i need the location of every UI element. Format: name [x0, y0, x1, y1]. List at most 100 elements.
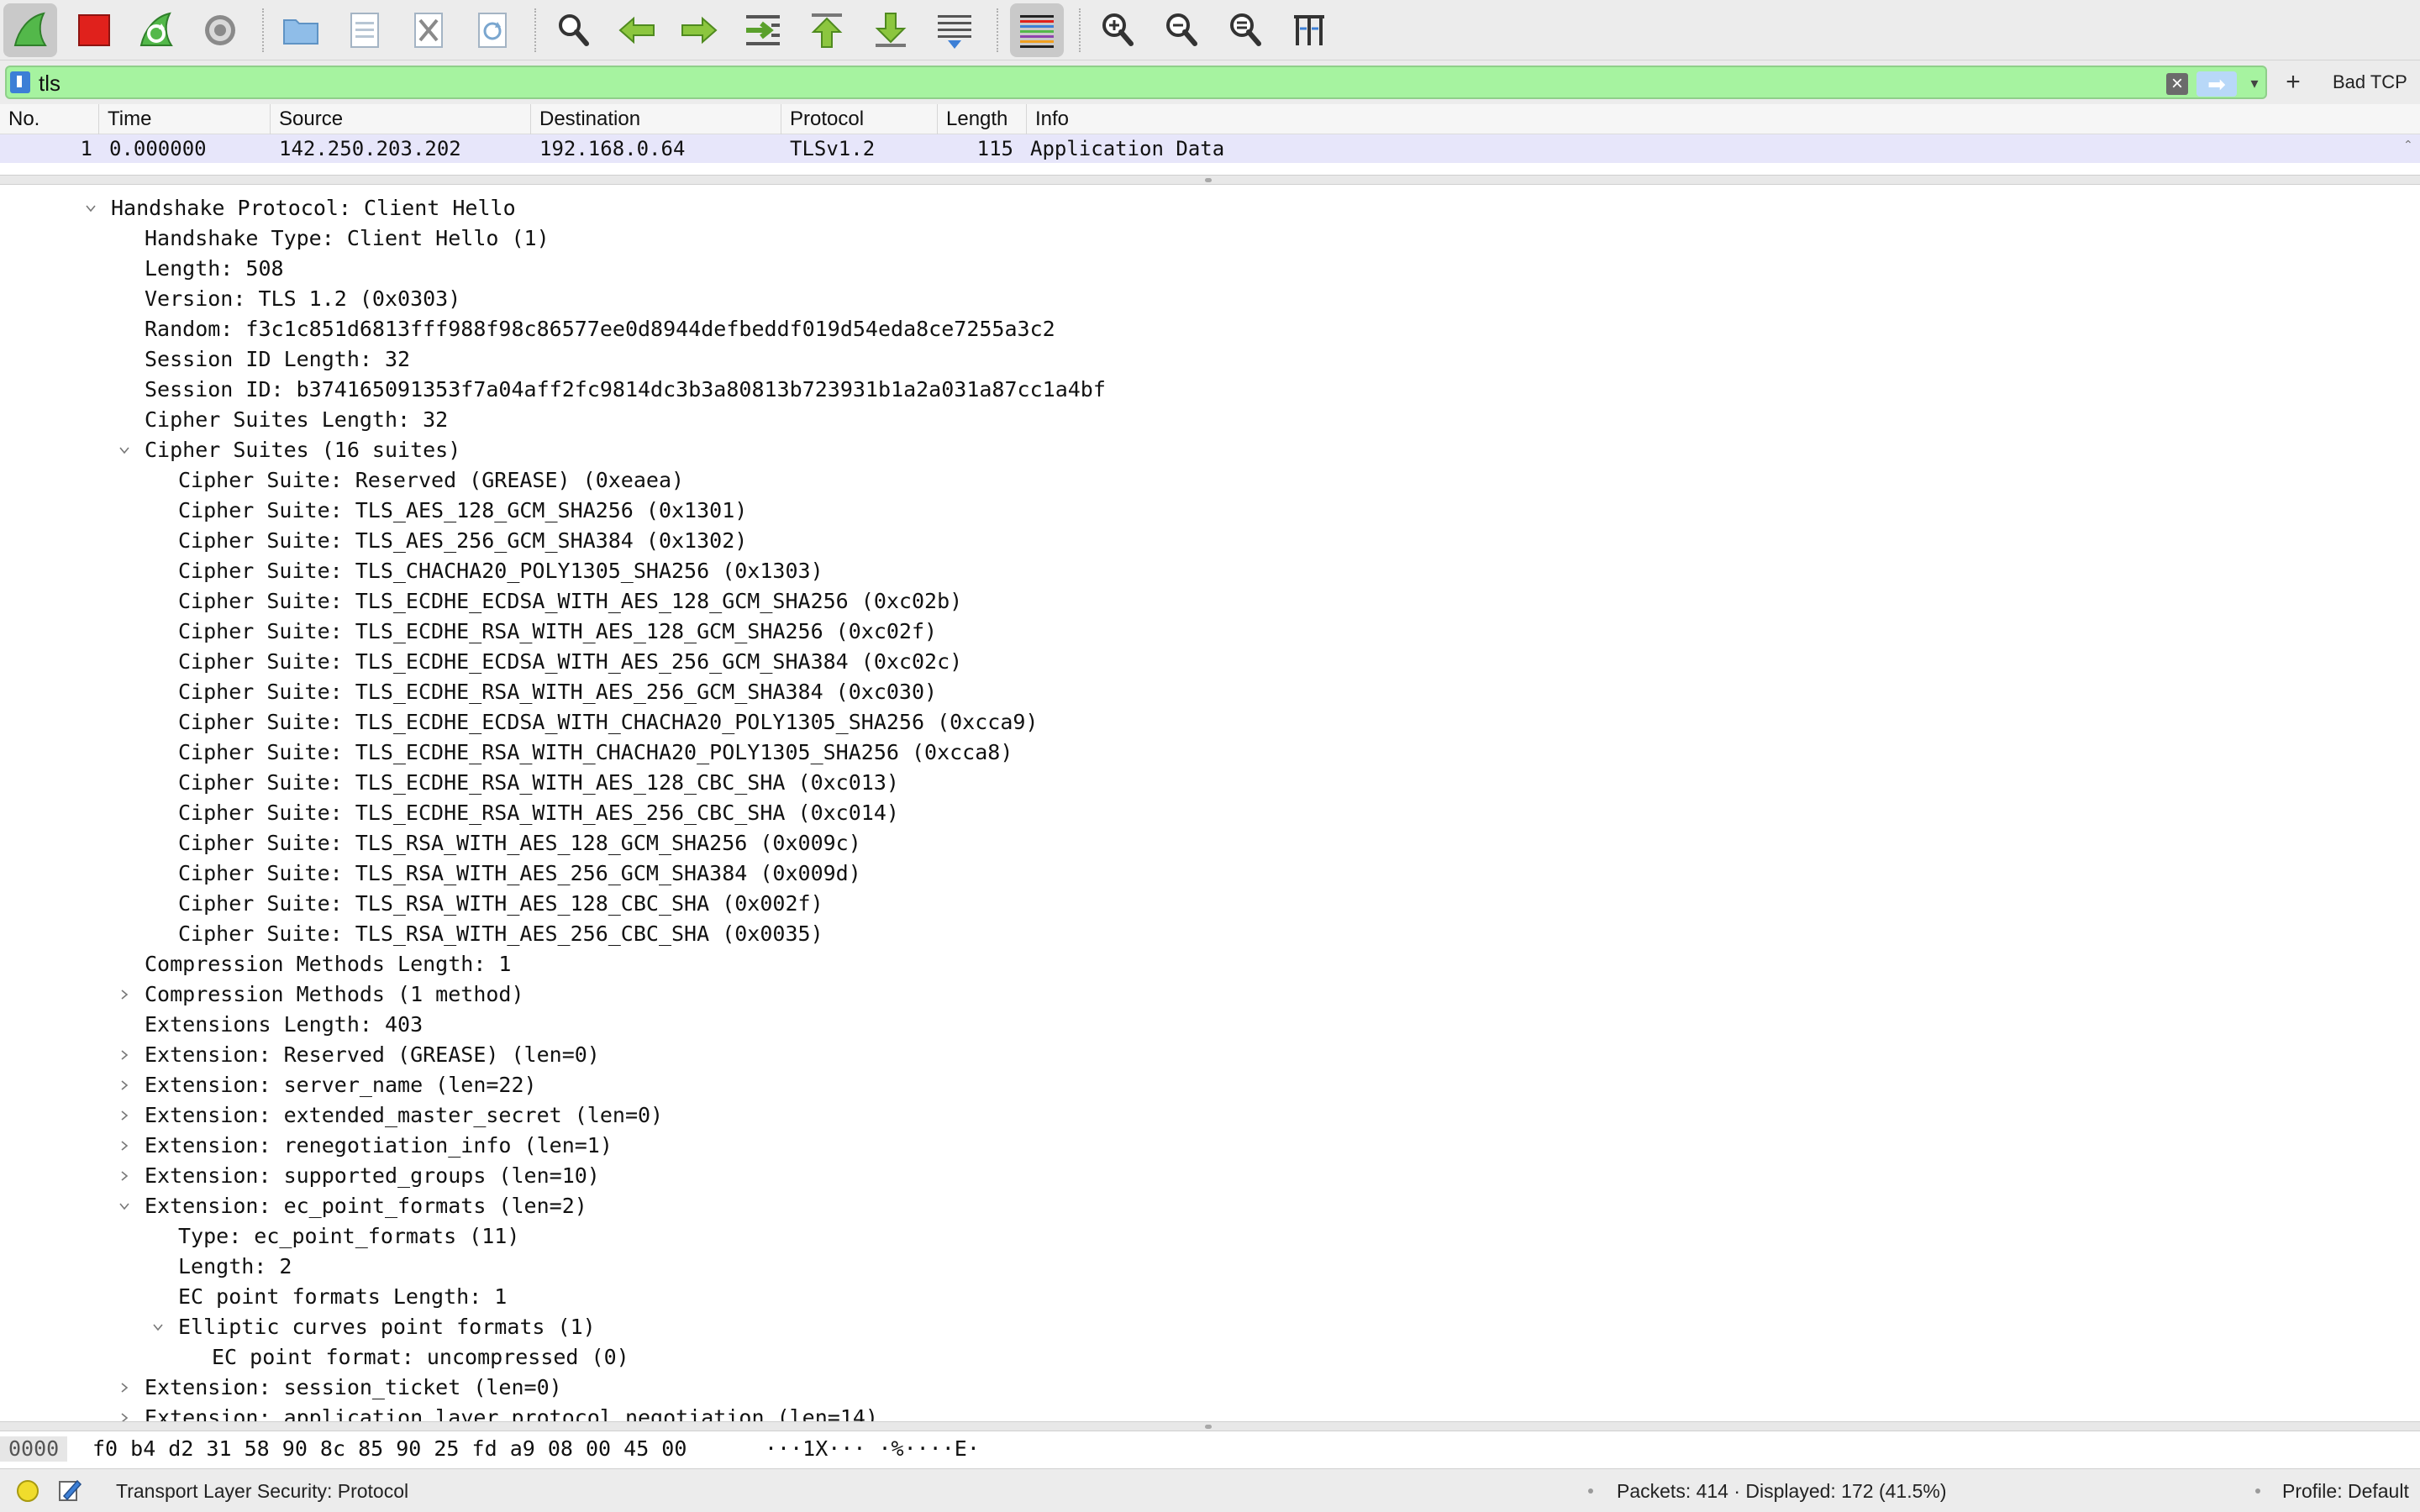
tree-row-label: Elliptic curves point formats (1) — [178, 1315, 596, 1339]
tree-row-label: Cipher Suite: TLS_ECDHE_RSA_WITH_AES_128… — [178, 619, 938, 643]
tree-row-label: Length: 2 — [178, 1254, 292, 1278]
packet-list: No. Time Source Destination Protocol Len… — [0, 104, 2420, 175]
normal-size-button[interactable] — [1218, 3, 1272, 57]
tree-row-label: Cipher Suite: TLS_AES_256_GCM_SHA384 (0x… — [178, 528, 748, 553]
tree-row-label: Session ID Length: 32 — [145, 347, 411, 371]
toolbar-separator — [534, 8, 536, 52]
bookmark-icon[interactable] — [10, 71, 30, 93]
packet-time: 0.000000 — [109, 137, 207, 160]
display-filter-input[interactable]: tls × ➡ ▾ — [5, 66, 2267, 99]
zoom-in-icon — [1102, 13, 1134, 46]
last-packet-button[interactable] — [864, 3, 918, 57]
restart-capture-button[interactable] — [129, 3, 183, 57]
tree-row-label: Cipher Suite: TLS_RSA_WITH_AES_128_GCM_S… — [178, 831, 861, 855]
open-file-button[interactable] — [274, 3, 328, 57]
arrow-up-icon — [811, 13, 843, 48]
tree-row-label: Cipher Suite: TLS_ECDHE_RSA_WITH_CHACHA2… — [178, 740, 1013, 764]
zoom-out-button[interactable] — [1155, 3, 1208, 57]
column-header-time[interactable]: Time — [99, 104, 271, 134]
tree-row-label: Extension: session_ticket (len=0) — [145, 1375, 562, 1399]
reload-file-button[interactable] — [466, 3, 519, 57]
start-capture-button[interactable] — [3, 3, 57, 57]
bytes-ascii[interactable]: ···1X··· ·%····E· — [765, 1431, 980, 1467]
tree-row-label: Length: 508 — [145, 256, 284, 281]
chevron-down-icon[interactable] — [148, 1312, 168, 1342]
add-filter-button[interactable]: + — [2281, 67, 2306, 97]
shark-fin-icon — [13, 12, 47, 46]
chevron-right-icon[interactable] — [114, 1100, 134, 1131]
tree-row-label: Extension: supported_groups (len=10) — [145, 1163, 600, 1188]
apply-filter-icon[interactable]: ➡ — [2196, 71, 2237, 97]
chevron-right-icon[interactable] — [114, 1040, 134, 1070]
chevron-right-icon[interactable] — [114, 1070, 134, 1100]
go-forward-button[interactable] — [672, 3, 726, 57]
reload-icon — [478, 13, 507, 48]
chevron-right-icon[interactable] — [114, 979, 134, 1010]
chevron-down-icon[interactable] — [114, 435, 134, 465]
zoom-in-button[interactable] — [1091, 3, 1144, 57]
chevron-right-icon[interactable] — [114, 1403, 134, 1421]
tree-row-label: Extension: extended_master_secret (len=0… — [145, 1103, 664, 1127]
status-profile[interactable]: Profile: Default — [2282, 1479, 2409, 1503]
tree-row-label: Extension: renegotiation_info (len=1) — [145, 1133, 613, 1158]
resize-columns-button[interactable] — [1282, 3, 1336, 57]
column-header-no[interactable]: No. — [0, 104, 99, 134]
bytes-hex[interactable]: f0 b4 d2 31 58 90 8c 85 90 25 fd a9 08 0… — [92, 1431, 687, 1467]
filter-history-chevron-down-icon[interactable]: ▾ — [2245, 72, 2264, 94]
column-header-source[interactable]: Source — [271, 104, 531, 134]
folder-icon — [283, 19, 318, 45]
packet-no: 1 — [80, 137, 92, 160]
column-header-length[interactable]: Length — [938, 104, 1027, 134]
filter-button-bad-tcp[interactable]: Bad TCP — [2333, 71, 2407, 94]
arrow-left-icon — [618, 16, 655, 45]
tree-row-label: Cipher Suite: TLS_AES_128_GCM_SHA256 (0x… — [178, 498, 748, 522]
tree-row-label: Cipher Suite: TLS_RSA_WITH_AES_128_CBC_S… — [178, 891, 823, 916]
resize-columns-icon — [1294, 15, 1324, 45]
go-back-button[interactable] — [610, 3, 664, 57]
colorize-button[interactable] — [1010, 3, 1064, 57]
tree-row-label: Cipher Suite: TLS_RSA_WITH_AES_256_CBC_S… — [178, 921, 823, 946]
close-file-button[interactable] — [402, 3, 455, 57]
tree-row-label: Cipher Suite: TLS_ECDHE_ECDSA_WITH_AES_1… — [178, 589, 963, 613]
main-toolbar — [0, 0, 2420, 60]
pane-splitter[interactable] — [0, 175, 2420, 185]
tree-row-label: Handshake Protocol: Client Hello — [111, 196, 516, 220]
chevron-down-icon[interactable] — [114, 1191, 134, 1221]
magnifier-icon — [559, 14, 589, 46]
display-filter-text[interactable]: tls — [39, 71, 60, 96]
column-header-protocol[interactable]: Protocol — [781, 104, 938, 134]
capture-comment-icon[interactable] — [57, 1478, 82, 1503]
clear-filter-icon[interactable]: × — [2166, 73, 2188, 95]
find-packet-button[interactable] — [546, 3, 600, 57]
document-icon — [350, 13, 379, 48]
zoom-reset-icon — [1230, 13, 1261, 46]
packet-info: Application Data — [1030, 137, 1225, 160]
pane-splitter[interactable] — [0, 1421, 2420, 1431]
first-packet-button[interactable] — [800, 3, 854, 57]
expert-info-status-icon[interactable] — [17, 1480, 39, 1502]
save-file-button[interactable] — [338, 3, 392, 57]
autoscroll-icon — [938, 15, 971, 49]
tree-row-label: Version: TLS 1.2 (0x0303) — [145, 286, 461, 311]
stop-capture-button[interactable] — [67, 3, 121, 57]
packet-row-clipped[interactable] — [0, 163, 2420, 175]
packet-list-header: No. Time Source Destination Protocol Len… — [0, 104, 2420, 134]
autoscroll-button[interactable] — [928, 3, 981, 57]
chevron-right-icon[interactable] — [114, 1131, 134, 1161]
column-header-destination[interactable]: Destination — [531, 104, 781, 134]
tree-row-label: Extension: server_name (len=22) — [145, 1073, 537, 1097]
chevron-right-icon[interactable] — [114, 1161, 134, 1191]
chevron-right-icon[interactable] — [114, 1373, 134, 1403]
toolbar-separator — [1079, 8, 1081, 52]
chevron-down-icon[interactable] — [81, 193, 101, 223]
capture-options-button[interactable] — [193, 3, 247, 57]
tree-row-label: Type: ec_point_formats (11) — [178, 1224, 520, 1248]
scroll-up-icon[interactable]: ⌃ — [2403, 138, 2415, 151]
gear-icon — [205, 15, 235, 45]
go-to-packet-button[interactable] — [736, 3, 790, 57]
packet-row[interactable]: 1 0.000000 142.250.203.202 192.168.0.64 … — [0, 134, 2420, 163]
column-header-info[interactable]: Info — [1027, 104, 2420, 134]
tree-row-label: EC point format: uncompressed (0) — [212, 1345, 629, 1369]
restart-icon — [139, 12, 173, 46]
arrow-right-icon — [681, 16, 718, 45]
